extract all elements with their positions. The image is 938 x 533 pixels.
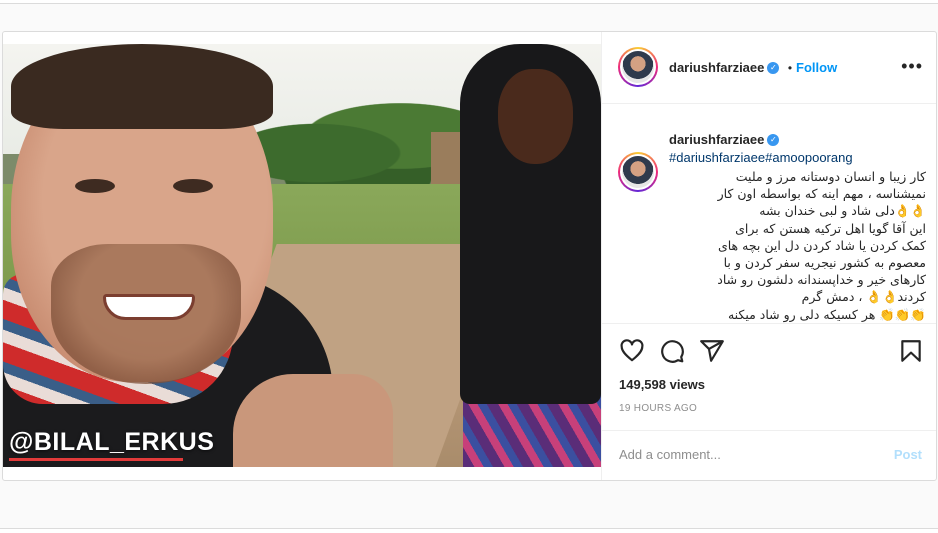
caption-line: معصوم به کشور نیجریه سفر کردن و با — [723, 255, 926, 271]
caption-line: کار زیبا و انسان دوستانه مرز و ملیت — [735, 169, 926, 184]
watermark-underline — [9, 458, 183, 461]
follow-button[interactable]: Follow — [796, 60, 837, 75]
caption-line: کارهای خیر و خداپسندانه دلشون رو شاد — [717, 272, 926, 288]
caption-username[interactable]: dariushfarziaee — [669, 132, 764, 147]
bookmark-icon[interactable] — [898, 338, 924, 364]
post-caption: dariushfarziaee ✓ #dariushfarziaee#amoopo… — [602, 104, 936, 324]
header-separator: • — [787, 61, 793, 75]
action-bar — [602, 332, 936, 372]
video-man-figure — [3, 44, 393, 467]
caption-line: 👏👏👏 هر کسیکه دلی رو شاد میکنه — [727, 306, 926, 322]
caption-line: کمک کردن یا شاد کردن دل این بچه های — [717, 237, 926, 253]
top-divider — [0, 0, 938, 4]
video-watermark: @BILAL_ERKUS — [9, 428, 215, 456]
post-video[interactable]: @BILAL_ERKUS — [3, 44, 601, 467]
post-comment-button[interactable]: Post — [894, 447, 922, 462]
view-count[interactable]: 149,598 views — [619, 377, 705, 392]
comment-icon[interactable] — [659, 338, 685, 364]
post-header: dariushfarziaee ✓ • Follow ••• — [602, 32, 936, 104]
video-girl-figure — [458, 44, 601, 467]
heart-icon[interactable] — [619, 338, 645, 364]
comment-bar: Post — [602, 430, 936, 480]
comment-input[interactable] — [619, 447, 879, 462]
bottom-divider — [0, 528, 938, 533]
verified-badge-icon: ✓ — [767, 133, 780, 146]
caption-line: کردند👌👌 ، دمش گرم — [801, 289, 926, 305]
share-icon[interactable] — [699, 338, 725, 364]
caption-avatar[interactable] — [618, 152, 658, 192]
caption-hashtags[interactable]: #dariushfarziaee#amoopoorang — [669, 150, 853, 165]
avatar[interactable] — [618, 47, 658, 87]
caption-line: 👌👌دلی شاد و لبی خندان بشه — [759, 203, 926, 219]
more-options-icon[interactable]: ••• — [901, 56, 923, 77]
verified-badge-icon: ✓ — [767, 61, 780, 74]
caption-line: نمیشناسه ، مهم اینه که بواسطه اون کار — [717, 186, 926, 202]
post-card: @BILAL_ERKUS dariushfarziaee ✓ • Follow ••… — [2, 31, 937, 481]
post-side-panel: dariushfarziaee ✓ • Follow ••• dariushfarz… — [601, 32, 936, 480]
caption-text: کار زیبا و انسان دوستانه مرز و ملیت نمیش… — [664, 168, 926, 323]
post-timestamp[interactable]: 19 HOURS AGO — [619, 403, 697, 414]
header-username[interactable]: dariushfarziaee — [669, 60, 764, 75]
caption-line: این آقا گویا اهل ترکیه هستن که برای — [735, 220, 926, 236]
